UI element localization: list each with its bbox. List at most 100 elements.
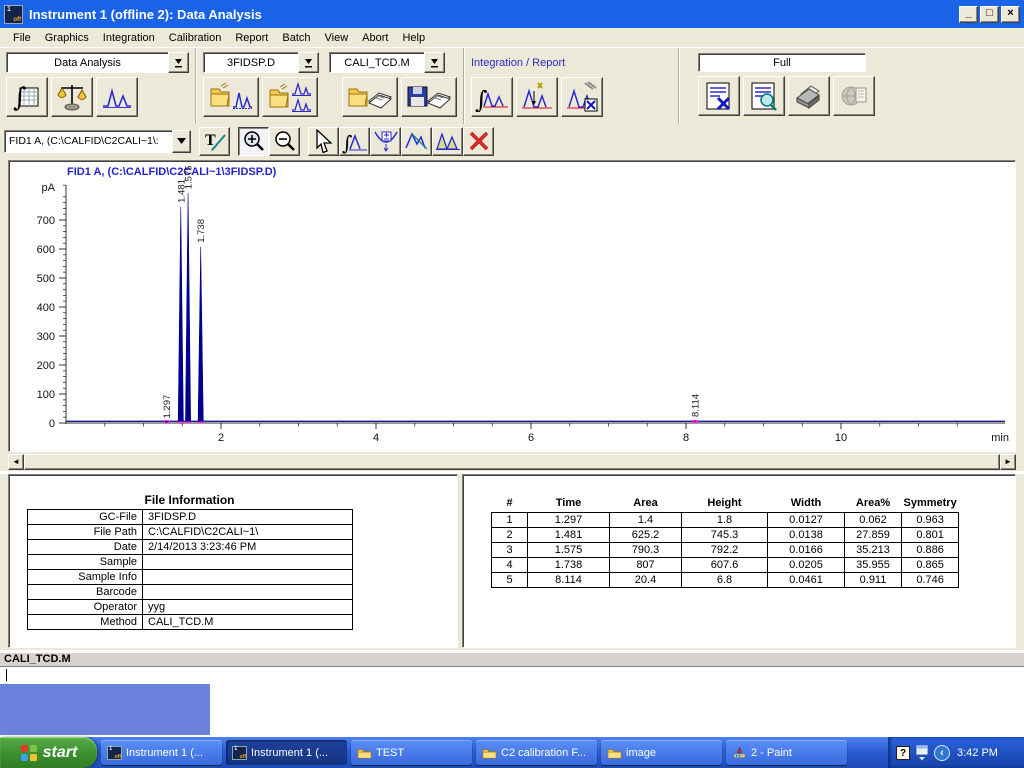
svg-text:8.114: 8.114 bbox=[690, 394, 701, 417]
menu-calibration[interactable]: Calibration bbox=[162, 30, 229, 46]
balance-scale-icon bbox=[57, 85, 87, 111]
menu-batch[interactable]: Batch bbox=[275, 30, 317, 46]
scroll-right-icon[interactable]: ► bbox=[1000, 454, 1016, 470]
integrate-peak-button[interactable]: ∫ bbox=[339, 126, 370, 156]
chromatogram-panel[interactable]: FID1 A, (C:\CALFID\C2CALI~1\3FIDSP.D) 0 10… bbox=[8, 160, 1016, 452]
menu-integration[interactable]: Integration bbox=[96, 30, 162, 46]
svg-text:min: min bbox=[991, 432, 1009, 444]
data-analysis-view-button[interactable]: ∫ bbox=[6, 77, 48, 117]
app-icon[interactable]: 1 off bbox=[4, 4, 23, 24]
svg-text:600: 600 bbox=[37, 244, 55, 256]
menu-bar: File Graphics Integration Calibration Re… bbox=[0, 28, 1024, 48]
zoom-in-button[interactable] bbox=[238, 126, 269, 156]
calibration-view-button[interactable] bbox=[51, 77, 93, 117]
chemstation-icon: 1 off bbox=[232, 745, 247, 760]
start-button[interactable]: start bbox=[0, 737, 97, 768]
chemstation-icon: 1 off bbox=[107, 745, 122, 760]
task-paint[interactable]: 2 - Paint bbox=[726, 740, 847, 765]
printer-icon bbox=[796, 85, 820, 110]
menu-report[interactable]: Report bbox=[228, 30, 275, 46]
view-combo-arrow-icon[interactable] bbox=[168, 52, 189, 73]
load-signal-button[interactable] bbox=[203, 77, 259, 117]
peak-table-panel: # Time Area Height Width Area% Symmetry 1 1.297… bbox=[462, 474, 1016, 648]
task-test-folder[interactable]: TEST bbox=[351, 740, 472, 765]
zoom-out-button[interactable] bbox=[269, 126, 300, 156]
hide-icons-icon[interactable] bbox=[915, 745, 929, 761]
manual-integration-button[interactable] bbox=[516, 77, 558, 117]
zoom-in-icon bbox=[243, 131, 264, 151]
integration-report-label: Integration / Report bbox=[471, 56, 566, 69]
data-file-combo-arrow-icon[interactable] bbox=[298, 52, 319, 73]
folder-icon bbox=[607, 748, 622, 758]
skim-peaks-button[interactable] bbox=[401, 126, 432, 156]
report-style-field[interactable]: Full bbox=[698, 53, 866, 72]
signal-select-value[interactable]: FID1 A, (C:\CALFID\C2CALI~1\: bbox=[4, 129, 172, 153]
overlay-signal-button[interactable] bbox=[262, 77, 318, 117]
task-instrument1-a[interactable]: 1 off Instrument 1 (... bbox=[101, 740, 222, 765]
language-tray-icon[interactable]: ‹ bbox=[934, 744, 950, 761]
signal-select-combo[interactable]: FID1 A, (C:\CALFID\C2CALI~1\: bbox=[4, 129, 191, 153]
svg-text:∫: ∫ bbox=[13, 83, 27, 112]
menu-abort[interactable]: Abort bbox=[355, 30, 395, 46]
task-image-folder[interactable]: image bbox=[601, 740, 722, 765]
method-combo[interactable]: CALI_TCD.M bbox=[329, 52, 445, 73]
task-instrument1-b[interactable]: 1 off Instrument 1 (... bbox=[226, 740, 347, 765]
preview-report-button[interactable] bbox=[743, 76, 785, 116]
menu-graphics[interactable]: Graphics bbox=[38, 30, 96, 46]
svg-text:0: 0 bbox=[49, 418, 55, 430]
svg-text:∫: ∫ bbox=[342, 131, 352, 154]
folder-icon bbox=[357, 748, 372, 758]
signal-view-button[interactable] bbox=[96, 77, 138, 117]
svg-text:100: 100 bbox=[37, 389, 55, 401]
signal-select-arrow-icon[interactable] bbox=[172, 129, 191, 153]
svg-text:pA: pA bbox=[42, 182, 56, 194]
menu-file[interactable]: File bbox=[6, 30, 38, 46]
delete-integration-button[interactable] bbox=[561, 77, 603, 117]
menu-view[interactable]: View bbox=[318, 30, 356, 46]
pointer-button[interactable] bbox=[308, 126, 339, 156]
integrate-button[interactable]: ∫ bbox=[471, 77, 513, 117]
valley-baseline-button[interactable] bbox=[370, 126, 401, 156]
peak-skim-icon bbox=[404, 132, 427, 150]
export-report-button[interactable] bbox=[833, 76, 875, 116]
svg-text:700: 700 bbox=[37, 215, 55, 227]
file-info-row: Barcode bbox=[27, 584, 353, 600]
chart-scrollbar[interactable]: ◄ ► bbox=[8, 454, 1016, 470]
save-method-button[interactable] bbox=[401, 77, 457, 117]
print-report-button[interactable] bbox=[788, 76, 830, 116]
menu-help[interactable]: Help bbox=[395, 30, 432, 46]
maximize-button[interactable]: □ bbox=[980, 5, 999, 23]
annotate-button[interactable]: T bbox=[199, 126, 230, 156]
file-info-panel: File Information GC-File 3FIDSP.D File Pat… bbox=[8, 474, 458, 648]
text-caret bbox=[6, 669, 7, 681]
command-line-input[interactable] bbox=[0, 666, 1024, 682]
close-button[interactable]: × bbox=[1001, 5, 1020, 23]
task-c2-calibration-folder[interactable]: C2 calibration F... bbox=[476, 740, 597, 765]
integral-table-icon: ∫ bbox=[13, 83, 39, 112]
start-label: start bbox=[42, 743, 78, 761]
minimize-button[interactable]: _ bbox=[959, 5, 978, 23]
svg-text:2: 2 bbox=[218, 432, 224, 444]
selection-rectangle bbox=[0, 684, 210, 735]
tangent-skim-button[interactable] bbox=[432, 126, 463, 156]
scrollbar-thumb[interactable] bbox=[24, 454, 1000, 470]
load-method-button[interactable] bbox=[342, 77, 398, 117]
method-combo-value[interactable]: CALI_TCD.M bbox=[329, 52, 424, 73]
svg-text:200: 200 bbox=[37, 360, 55, 372]
method-combo-arrow-icon[interactable] bbox=[424, 52, 445, 73]
view-combo[interactable]: Data Analysis bbox=[6, 52, 189, 73]
file-info-table: GC-File 3FIDSP.D File Path C:\CALFID\C2CALI… bbox=[27, 509, 353, 630]
file-info-row: Sample Info bbox=[27, 569, 353, 585]
view-combo-value[interactable]: Data Analysis bbox=[6, 52, 168, 73]
data-file-combo[interactable]: 3FIDSP.D bbox=[203, 52, 319, 73]
red-x-icon bbox=[469, 131, 488, 151]
help-tray-icon[interactable]: ? bbox=[896, 745, 910, 760]
scroll-left-icon[interactable]: ◄ bbox=[8, 454, 24, 470]
view-group: Data Analysis ∫ bbox=[0, 48, 195, 124]
open-folder-icon bbox=[269, 83, 289, 108]
cancel-report-button[interactable] bbox=[698, 76, 740, 116]
peak-table-header: # Time Area Height Width Area% Symmetry bbox=[506, 497, 957, 509]
abort-graphics-button[interactable] bbox=[463, 126, 494, 156]
floppy-disk-icon bbox=[407, 86, 428, 107]
data-file-combo-value[interactable]: 3FIDSP.D bbox=[203, 52, 298, 73]
